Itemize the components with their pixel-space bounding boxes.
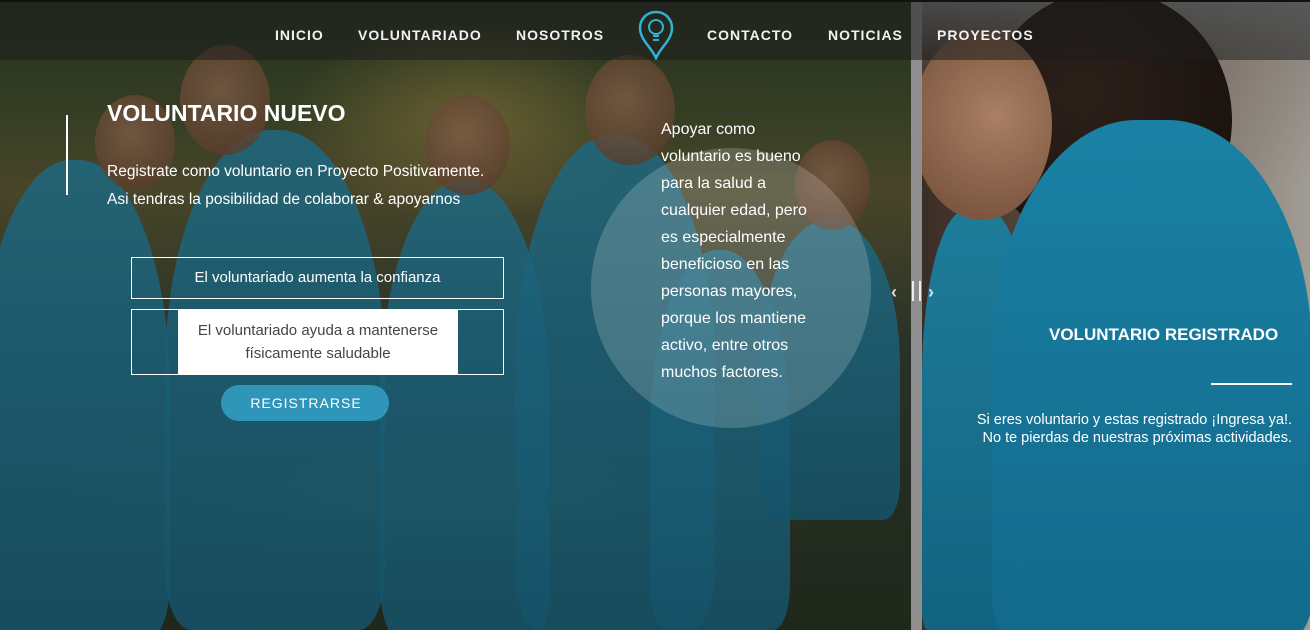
registered-volunteer-photo xyxy=(922,0,1310,630)
nav-inicio[interactable]: INICIO xyxy=(275,27,324,43)
hero-description: Registrate como voluntario en Proyecto P… xyxy=(107,158,517,214)
nav-voluntariado[interactable]: VOLUNTARIADO xyxy=(358,27,482,43)
register-button[interactable]: REGISTRARSE xyxy=(221,385,389,421)
registered-title: VOLUNTARIO REGISTRADO xyxy=(1049,325,1279,344)
benefit-confidence: El voluntariado aumenta la confianza xyxy=(131,257,504,299)
slider-divider[interactable] xyxy=(911,0,922,630)
hero-text-line: Registrate como voluntario en Proyecto P… xyxy=(107,163,485,180)
nav-nosotros[interactable]: NOSOTROS xyxy=(516,27,604,43)
chevron-right-icon[interactable]: › xyxy=(928,282,934,303)
lightbulb-pin-icon[interactable] xyxy=(638,10,674,62)
chevron-left-icon[interactable]: ‹ xyxy=(891,282,897,303)
nav-contacto[interactable]: CONTACTO xyxy=(707,27,793,43)
info-circle-text: Apoyar como voluntario es bueno para la … xyxy=(661,121,807,381)
registered-text-line: No te pierdas de nuestras próximas activ… xyxy=(982,430,1293,446)
top-navigation: INICIO VOLUNTARIADO NOSOTROS CONTACTO NO… xyxy=(0,0,1310,62)
registered-description: Si eres voluntario y estas registrado ¡I… xyxy=(912,411,1292,447)
benefit-health-text: El voluntariado ayuda a mantenerse físic… xyxy=(178,310,458,374)
nav-proyectos[interactable]: PROYECTOS xyxy=(937,27,1034,43)
hero-title: VOLUNTARIO NUEVO xyxy=(107,100,346,126)
registered-title-rule xyxy=(1211,383,1292,385)
hero-text-line: Asi tendras la posibilidad de colaborar … xyxy=(107,191,461,208)
registered-text-line: Si eres voluntario y estas registrado ¡I… xyxy=(976,412,1292,428)
title-accent-bar xyxy=(66,115,68,195)
drag-handle-icon[interactable] xyxy=(912,281,921,301)
benefit-health: El voluntariado ayuda a mantenerse físic… xyxy=(131,309,504,375)
nav-noticias[interactable]: NOTICIAS xyxy=(828,27,903,43)
